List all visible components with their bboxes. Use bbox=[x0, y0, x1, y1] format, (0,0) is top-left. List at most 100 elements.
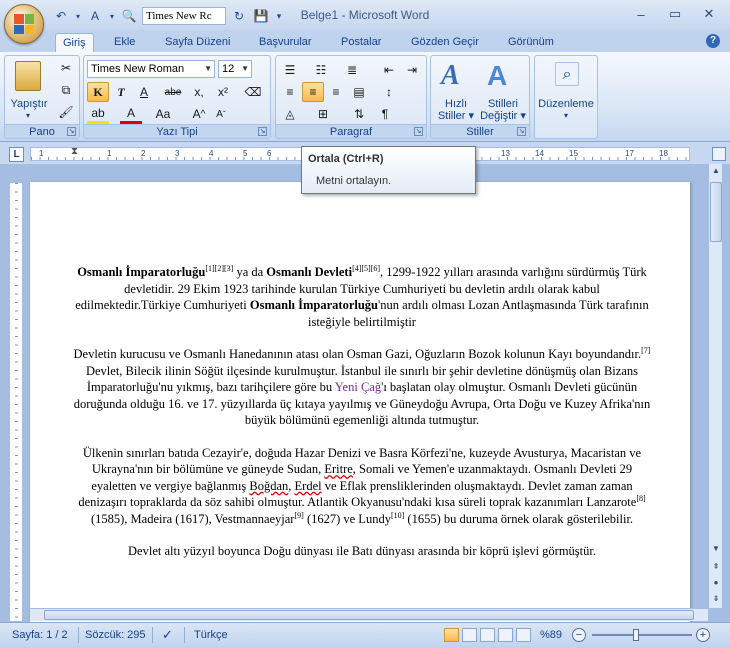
vertical-scroll-thumb[interactable] bbox=[710, 182, 722, 242]
tab-home[interactable]: Giriş bbox=[55, 33, 94, 52]
spelling-error[interactable]: Erdel bbox=[295, 479, 322, 493]
tab-selector-icon[interactable]: L bbox=[9, 147, 24, 162]
page-indicator[interactable]: Sayfa: 1 / 2 bbox=[12, 629, 68, 641]
shrink-font-icon[interactable]: Aˇ bbox=[210, 104, 232, 124]
tab-review[interactable]: Gözden Geçir bbox=[411, 33, 479, 52]
copy-icon[interactable]: ⧉ bbox=[55, 80, 77, 100]
browse-object-icon[interactable]: ● bbox=[709, 576, 723, 590]
italic-button[interactable]: T bbox=[110, 82, 132, 102]
tab-view[interactable]: Görünüm bbox=[508, 33, 554, 52]
superscript-button[interactable]: x² bbox=[212, 82, 234, 102]
dropdown-arrow-icon[interactable]: ▼ bbox=[241, 61, 249, 77]
increase-indent-icon[interactable]: ⇥ bbox=[401, 60, 423, 80]
proofing-icon[interactable]: ✓ bbox=[162, 627, 173, 643]
align-right-button[interactable]: ≡ bbox=[325, 82, 347, 102]
clear-formatting-icon[interactable]: ⌫ bbox=[242, 82, 264, 102]
multilevel-list-icon[interactable]: ≣ bbox=[341, 60, 363, 80]
font-name-combo[interactable]: Times New Roman ▼ bbox=[87, 60, 215, 78]
change-case-icon[interactable]: Aa bbox=[152, 104, 174, 124]
office-button[interactable] bbox=[4, 4, 44, 44]
zoom-level[interactable]: %89 bbox=[540, 629, 562, 641]
citation[interactable]: [9] bbox=[294, 510, 303, 519]
show-marks-icon[interactable]: ¶ bbox=[374, 104, 396, 124]
vertical-scrollbar[interactable]: ▲ ▼ ⇞ ● ⇟ bbox=[708, 164, 722, 608]
citation[interactable]: [1][2][3] bbox=[205, 264, 233, 273]
styles-launcher-icon[interactable]: ↘ bbox=[517, 127, 526, 136]
maximize-icon[interactable]: ▭ bbox=[658, 4, 692, 24]
change-styles-icon[interactable]: A bbox=[487, 60, 507, 92]
binoculars-icon[interactable]: ⌕ bbox=[555, 62, 579, 86]
citation[interactable]: [4][5][6] bbox=[352, 264, 380, 273]
quick-styles-icon[interactable]: A bbox=[441, 60, 460, 92]
cut-icon[interactable]: ✂ bbox=[55, 58, 77, 78]
help-icon[interactable]: ? bbox=[706, 34, 720, 48]
zoom-out-icon[interactable]: − bbox=[572, 628, 586, 642]
tab-mailings[interactable]: Postalar bbox=[341, 33, 381, 52]
document-content[interactable]: Osmanlı İmparatorluğu[1][2][3] ya da Osm… bbox=[72, 264, 652, 576]
grow-font-icon[interactable]: A ^ bbox=[188, 104, 210, 124]
justify-button[interactable]: ▤ bbox=[348, 82, 370, 102]
subscript-button[interactable]: x, bbox=[188, 82, 210, 102]
document-page[interactable]: Osmanlı İmparatorluğu[1][2][3] ya da Osm… bbox=[30, 182, 690, 622]
align-center-button[interactable]: ≡ bbox=[302, 82, 324, 102]
scroll-down-icon[interactable]: ▼ bbox=[709, 542, 723, 556]
tab-references[interactable]: Başvurular bbox=[259, 33, 312, 52]
editing-dropdown-icon[interactable]: ▾ bbox=[561, 110, 571, 122]
vertical-ruler[interactable] bbox=[9, 182, 23, 622]
hyperlink-yeni-cag[interactable]: Yeni Çağ bbox=[335, 380, 381, 394]
quick-styles-button[interactable]: Hızlı Stiller ▾ bbox=[433, 98, 479, 122]
web-layout-view-button[interactable] bbox=[480, 628, 495, 642]
zoom-in-icon[interactable]: + bbox=[696, 628, 710, 642]
change-styles-button[interactable]: Stilleri Değiştir ▾ bbox=[477, 98, 529, 122]
minimize-icon[interactable]: ‒ bbox=[624, 4, 658, 24]
scroll-up-icon[interactable]: ▲ bbox=[709, 164, 723, 178]
full-screen-reading-view-button[interactable] bbox=[462, 628, 477, 642]
font-color-icon[interactable]: A bbox=[120, 104, 142, 124]
spelling-error[interactable]: Eritre bbox=[324, 462, 352, 476]
spelling-error[interactable]: Boğdan bbox=[249, 479, 288, 493]
previous-page-icon[interactable]: ⇞ bbox=[709, 560, 723, 574]
font-group-label: Yazı Tipi bbox=[84, 124, 270, 138]
sort-icon[interactable]: ⇅ bbox=[348, 104, 370, 124]
bullets-icon[interactable]: ☰ bbox=[279, 60, 301, 80]
format-painter-icon[interactable]: 🖌 bbox=[55, 102, 77, 122]
citation[interactable]: [7] bbox=[641, 346, 650, 355]
tab-page-layout[interactable]: Sayfa Düzeni bbox=[165, 33, 230, 52]
dropdown-arrow-icon[interactable]: ▼ bbox=[204, 61, 212, 77]
styles-group: A Hızlı Stiller ▾ A Stilleri Değiştir ▾ St… bbox=[430, 55, 530, 139]
clipboard-launcher-icon[interactable]: ↘ bbox=[67, 127, 76, 136]
borders-icon[interactable]: ⊞ bbox=[312, 104, 334, 124]
align-left-button[interactable]: ≡ bbox=[279, 82, 301, 102]
ribbon-tabs: Giriş Ekle Sayfa Düzeni Başvurular Posta… bbox=[0, 30, 730, 52]
view-ruler-icon[interactable] bbox=[712, 147, 726, 161]
outline-view-button[interactable] bbox=[498, 628, 513, 642]
bold-button[interactable]: K bbox=[87, 82, 109, 102]
decrease-indent-icon[interactable]: ⇤ bbox=[378, 60, 400, 80]
paste-icon[interactable] bbox=[15, 61, 41, 91]
word-count[interactable]: Sözcük: 295 bbox=[85, 629, 146, 641]
close-icon[interactable]: ✕ bbox=[692, 4, 726, 24]
zoom-slider[interactable] bbox=[592, 629, 692, 641]
highlight-color-icon[interactable]: ab bbox=[87, 104, 109, 124]
citation[interactable]: [8] bbox=[636, 494, 645, 503]
strikethrough-button[interactable]: abe bbox=[162, 82, 184, 102]
zoom-slider-thumb[interactable] bbox=[632, 629, 639, 641]
line-spacing-icon[interactable]: ↕ bbox=[378, 82, 400, 102]
print-layout-view-button[interactable] bbox=[444, 628, 459, 642]
next-page-icon[interactable]: ⇟ bbox=[709, 592, 723, 606]
tab-insert[interactable]: Ekle bbox=[114, 33, 135, 52]
font-launcher-icon[interactable]: ↘ bbox=[258, 127, 267, 136]
paragraph-launcher-icon[interactable]: ↘ bbox=[414, 127, 423, 136]
numbering-icon[interactable]: ☷ bbox=[310, 60, 332, 80]
citation[interactable]: [10] bbox=[391, 510, 404, 519]
paste-dropdown-icon[interactable]: ▾ bbox=[23, 110, 33, 122]
draft-view-button[interactable] bbox=[516, 628, 531, 642]
language-indicator[interactable]: Türkçe bbox=[194, 629, 228, 641]
editing-button[interactable]: Düzenleme bbox=[535, 98, 597, 110]
underline-button[interactable]: A bbox=[133, 82, 155, 102]
paste-button[interactable]: Yapıştır bbox=[7, 98, 51, 110]
horizontal-scrollbar[interactable] bbox=[30, 608, 708, 621]
font-size-combo[interactable]: 12 ▼ bbox=[218, 60, 252, 78]
horizontal-scroll-thumb[interactable] bbox=[44, 610, 694, 620]
shading-icon[interactable]: ◬ bbox=[279, 104, 301, 124]
